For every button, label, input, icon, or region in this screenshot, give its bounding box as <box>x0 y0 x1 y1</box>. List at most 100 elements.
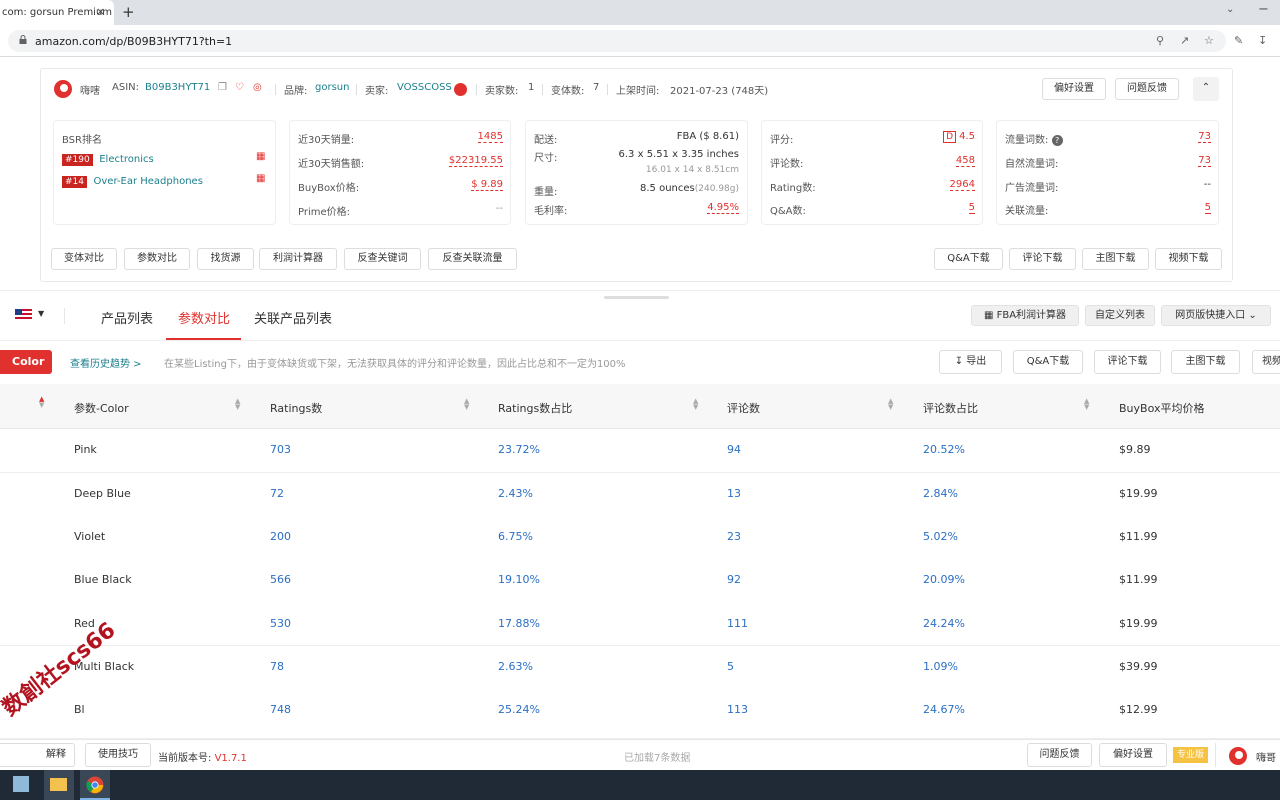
url-text[interactable]: amazon.com/dp/B09B3HYT71?th=1 <box>35 35 232 48</box>
rank-category[interactable]: Over-Ear Headphones <box>94 176 203 187</box>
download-icon[interactable]: ↧ <box>1258 34 1267 47</box>
asin-value[interactable]: B09B3HYT71 <box>145 82 210 93</box>
trend-chart-icon[interactable]: ▦ <box>256 151 265 162</box>
cell-ratings-ratio[interactable]: 17.88% <box>498 617 540 630</box>
column-header-reviews-ratio[interactable]: 评论数占比 <box>923 400 978 416</box>
trend-chart-icon[interactable]: ▦ <box>256 173 265 184</box>
cell-reviews-ratio[interactable]: 24.67% <box>923 703 965 716</box>
cell-reviews-ratio[interactable]: 20.52% <box>923 443 965 456</box>
tips-button[interactable]: 使用技巧 <box>85 743 151 767</box>
os-taskbar <box>0 770 1280 800</box>
image-download-button-2[interactable]: 主图下载 <box>1171 350 1240 374</box>
cell-reviews[interactable]: 13 <box>727 487 741 500</box>
param-compare-button[interactable]: 参数对比 <box>124 248 190 270</box>
cell-reviews[interactable]: 94 <box>727 443 741 456</box>
cell-reviews[interactable]: 23 <box>727 530 741 543</box>
view-history-link[interactable]: 查看历史趋势 > <box>70 355 142 370</box>
sort-icon[interactable]: ▲ ▼ <box>1084 398 1089 411</box>
cell-reviews-ratio[interactable]: 2.84% <box>923 487 958 500</box>
qa-download-button[interactable]: Q&A下载 <box>934 248 1003 270</box>
video-download-button[interactable]: 视频下载 <box>1155 248 1222 270</box>
cell-reviews[interactable]: 113 <box>727 703 748 716</box>
cell-ratings-ratio[interactable]: 25.24% <box>498 703 540 716</box>
sort-icon[interactable]: ▲ ▼ <box>235 398 240 411</box>
chrome-icon[interactable] <box>86 776 104 794</box>
tab-param-compare[interactable]: 参数对比 <box>178 308 230 327</box>
cell-reviews[interactable]: 111 <box>727 617 748 630</box>
collapse-chevron-icon[interactable]: ⌃ <box>1193 77 1219 101</box>
sort-icon[interactable]: ▲ ▼ <box>464 398 469 411</box>
column-header-buybox-price[interactable]: BuyBox平均价格 <box>1119 400 1204 416</box>
tab-related-products[interactable]: 关联产品列表 <box>254 308 332 327</box>
sort-icon[interactable]: ▲ ▼ <box>693 398 698 411</box>
close-tab-icon[interactable]: × <box>96 5 105 18</box>
share-icon[interactable]: ↗ <box>1180 34 1189 47</box>
minimize-icon[interactable]: − <box>1258 2 1269 17</box>
export-button[interactable]: ↧ 导出 <box>939 350 1002 374</box>
footer-preferences-button[interactable]: 偏好设置 <box>1099 743 1167 767</box>
sort-icon[interactable]: ▲ ▼ <box>888 398 893 411</box>
tab-search-chevron-icon[interactable]: ⌄ <box>1226 4 1234 15</box>
heart-icon[interactable]: ♡ <box>235 82 244 93</box>
resize-handle[interactable] <box>604 296 669 299</box>
target-icon[interactable]: ◎ <box>253 82 262 93</box>
cell-ratings[interactable]: 703 <box>270 443 291 456</box>
cell-ratings[interactable]: 72 <box>270 487 284 500</box>
new-tab-icon[interactable]: + <box>122 3 135 21</box>
reverse-traffic-button[interactable]: 反查关联流量 <box>428 248 517 270</box>
preference-settings-button[interactable]: 偏好设置 <box>1042 78 1106 100</box>
sort-icon[interactable]: ▲ ▼ <box>39 396 44 409</box>
file-explorer-icon[interactable] <box>50 778 67 791</box>
footer-feedback-button[interactable]: 问题反馈 <box>1027 743 1092 767</box>
color-param-button[interactable]: Color <box>0 350 52 374</box>
cell-ratings-ratio[interactable]: 2.43% <box>498 487 533 500</box>
bsr-rank-row[interactable]: #190 Electronics <box>62 152 154 166</box>
marketplace-dropdown-icon[interactable]: ▼ <box>38 309 44 318</box>
us-flag-icon[interactable] <box>15 309 32 321</box>
cell-ratings-ratio[interactable]: 2.63% <box>498 660 533 673</box>
cell-ratings[interactable]: 78 <box>270 660 284 673</box>
qa-download-button-2[interactable]: Q&A下载 <box>1013 350 1083 374</box>
feedback-button[interactable]: 问题反馈 <box>1115 78 1179 100</box>
fba-profit-calculator-button[interactable]: ▦ FBA利润计算器 <box>971 305 1079 326</box>
custom-list-button[interactable]: 自定义列表 <box>1085 305 1155 326</box>
cell-reviews[interactable]: 5 <box>727 660 734 673</box>
zoom-icon[interactable]: ⚲ <box>1156 34 1164 47</box>
calculator-app-icon[interactable] <box>13 776 29 792</box>
explain-button[interactable]: 解释 <box>0 743 75 767</box>
cell-ratings-ratio[interactable]: 23.72% <box>498 443 540 456</box>
web-shortcut-button[interactable]: 网页版快捷入口 ⌄ <box>1161 305 1271 326</box>
tab-product-list[interactable]: 产品列表 <box>101 308 153 327</box>
cell-ratings[interactable]: 566 <box>270 573 291 586</box>
brand-value[interactable]: gorsun <box>315 82 349 93</box>
review-download-button-2[interactable]: 评论下载 <box>1094 350 1161 374</box>
column-header-color[interactable]: 参数-Color <box>74 400 129 416</box>
bsr-rank-row[interactable]: #14 Over-Ear Headphones <box>62 174 203 188</box>
cell-reviews-ratio[interactable]: 5.02% <box>923 530 958 543</box>
seller-value[interactable]: VOSSCOSS <box>397 82 452 93</box>
column-header-ratings[interactable]: Ratings数 <box>270 400 322 416</box>
cell-ratings[interactable]: 200 <box>270 530 291 543</box>
variant-compare-button[interactable]: 变体对比 <box>51 248 117 270</box>
copy-icon[interactable]: ❐ <box>218 82 227 93</box>
find-source-button[interactable]: 找货源 <box>197 248 254 270</box>
bookmark-star-icon[interactable]: ☆ <box>1204 34 1214 47</box>
profit-calculator-button[interactable]: 利润计算器 <box>259 248 337 270</box>
cell-ratings-ratio[interactable]: 6.75% <box>498 530 533 543</box>
cell-reviews-ratio[interactable]: 1.09% <box>923 660 958 673</box>
cell-ratings[interactable]: 748 <box>270 703 291 716</box>
image-download-button[interactable]: 主图下载 <box>1082 248 1149 270</box>
review-download-button[interactable]: 评论下载 <box>1009 248 1076 270</box>
reverse-keyword-button[interactable]: 反查关键词 <box>344 248 421 270</box>
column-header-reviews[interactable]: 评论数 <box>727 400 760 416</box>
column-header-ratings-ratio[interactable]: Ratings数占比 <box>498 400 572 416</box>
video-download-button-2[interactable]: 视频 <box>1252 350 1280 374</box>
cell-reviews-ratio[interactable]: 24.24% <box>923 617 965 630</box>
table-row <box>0 602 1280 646</box>
cell-reviews[interactable]: 92 <box>727 573 741 586</box>
cell-ratings[interactable]: 530 <box>270 617 291 630</box>
cell-ratings-ratio[interactable]: 19.10% <box>498 573 540 586</box>
cell-reviews-ratio[interactable]: 20.09% <box>923 573 965 586</box>
extensions-icon[interactable]: ✎ <box>1234 34 1243 47</box>
rank-category[interactable]: Electronics <box>99 154 154 165</box>
